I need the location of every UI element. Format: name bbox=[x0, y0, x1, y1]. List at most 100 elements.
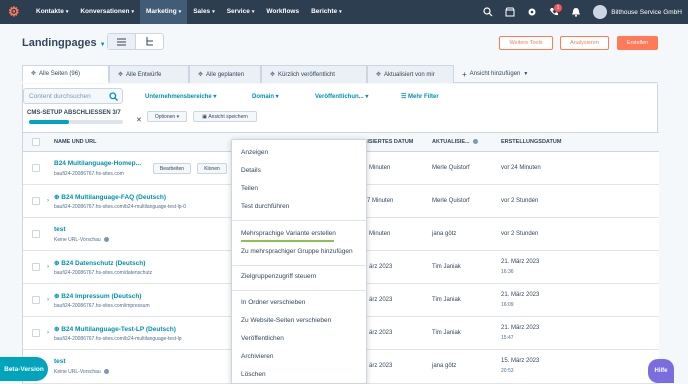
nav-item-sales[interactable]: Sales ▾ bbox=[187, 0, 221, 24]
create-button[interactable]: Erstellen bbox=[617, 36, 658, 50]
clone-button[interactable]: Klonen bbox=[197, 163, 227, 174]
avatar[interactable] bbox=[593, 5, 608, 19]
pin-icon: ✥ bbox=[270, 72, 276, 78]
tab-updated-by-me[interactable]: ✥ Aktualisiert von mir bbox=[367, 65, 454, 83]
page-name-link[interactable]: ⊕ B24 Multilanguage-Test-LP (Deutsch) bbox=[54, 325, 176, 333]
more-filters-button[interactable]: ☰ Mehr Filter bbox=[401, 93, 439, 100]
info-icon bbox=[472, 139, 478, 145]
nav-item-berichte[interactable]: Berichte ▾ bbox=[305, 0, 348, 24]
filter-publishing[interactable]: Veröffentlichun... ▾ bbox=[315, 93, 368, 100]
page-url[interactable]: baufi24-20086767.hs-sites.com/impressum bbox=[54, 303, 150, 309]
search-input[interactable]: Content durchsuchen bbox=[23, 88, 123, 104]
row-checkbox[interactable] bbox=[32, 329, 40, 337]
analyze-button[interactable]: Analysieren bbox=[560, 36, 609, 50]
menu-item-archive[interactable]: Archivieren bbox=[241, 353, 274, 360]
close-icon[interactable]: ✕ bbox=[136, 116, 142, 124]
info-icon bbox=[103, 237, 109, 243]
help-button[interactable]: Hilfe bbox=[648, 359, 674, 383]
filter-icon: ☰ bbox=[401, 94, 409, 100]
row-checkbox[interactable] bbox=[32, 296, 40, 304]
pin-icon: ✥ bbox=[31, 71, 37, 77]
chevron-right-icon[interactable]: › bbox=[47, 297, 49, 303]
menu-item-move-to-folder[interactable]: In Ordner verschieben bbox=[241, 299, 305, 306]
created-date: 21. März 2023 bbox=[501, 292, 540, 298]
menu-item-create-multilanguage-variant[interactable]: Mehrsprachige Variante erstellen bbox=[241, 230, 336, 237]
column-updated[interactable]: ALISIERTES DATUM bbox=[360, 139, 413, 145]
updated-date: 7 Minuten bbox=[367, 198, 394, 204]
updated-date: ärz 2023 bbox=[369, 264, 393, 270]
page-name-link[interactable]: ⊕ B24 Datenschutz (Deutsch) bbox=[54, 259, 145, 267]
pin-icon: ✥ bbox=[376, 72, 382, 78]
nav-item-marketing[interactable]: Marketing ▾ bbox=[139, 0, 188, 24]
edit-button[interactable]: Bearbeiten bbox=[153, 163, 191, 174]
menu-item-delete[interactable]: Löschen bbox=[241, 371, 266, 378]
cms-setup-label[interactable]: CMS-SETUP ABSCHLIESSEN 3/7 bbox=[27, 110, 121, 116]
nav-item-service[interactable]: Service ▾ bbox=[221, 0, 261, 24]
column-name[interactable]: NAME UND URL bbox=[54, 139, 96, 145]
account-menu[interactable]: Bilthouse Service GmbH bbox=[611, 9, 682, 16]
tab-recently-published[interactable]: ✥ Kürzlich veröffentlicht bbox=[261, 65, 367, 83]
add-view-button[interactable]: + Ansicht hinzufügen ▼ bbox=[454, 65, 536, 83]
created-time: 15:47 bbox=[501, 335, 514, 341]
page-url[interactable]: baufi24-20086767.hs-sites.com/datenschut… bbox=[54, 270, 152, 276]
filter-domain[interactable]: Domain ▾ bbox=[252, 93, 279, 100]
options-button[interactable]: Optionen ▾ bbox=[147, 111, 187, 122]
menu-item-details[interactable]: Details bbox=[241, 167, 261, 174]
menu-item-share[interactable]: Teilen bbox=[241, 185, 258, 192]
menu-item-add-to-multilanguage-group[interactable]: Zu mehrsprachiger Gruppe hinzufügen bbox=[241, 248, 353, 255]
pin-icon: ✥ bbox=[198, 72, 204, 78]
row-checkbox[interactable] bbox=[32, 197, 40, 205]
page-name-link[interactable]: ⊕ B24 Impressum (Deutsch) bbox=[54, 292, 141, 300]
page-url[interactable]: baufi24-20086767.hs-sites.com/b24-multil… bbox=[54, 336, 182, 342]
tab-all-drafts[interactable]: ✥ Alle Entwürfe bbox=[109, 65, 189, 83]
row-checkbox[interactable] bbox=[32, 164, 40, 172]
tree-view-button[interactable] bbox=[136, 34, 163, 49]
page-url[interactable]: baufi24-20086767.hs-sites.com bbox=[54, 171, 124, 177]
menu-item-publish[interactable]: Veröffentlichen bbox=[241, 335, 284, 342]
updated-by: Tim Janiak bbox=[432, 264, 461, 270]
select-all-checkbox[interactable] bbox=[32, 138, 40, 146]
menu-divider bbox=[232, 265, 368, 266]
more-tools-button[interactable]: Weitere Tools bbox=[499, 36, 553, 50]
menu-item-audience-access[interactable]: Zielgruppenzugriff steuern bbox=[241, 273, 316, 280]
marketplace-icon[interactable] bbox=[502, 4, 518, 20]
list-view-button[interactable] bbox=[108, 34, 136, 49]
nav-item-workflows[interactable]: Workflows bbox=[260, 0, 305, 24]
updated-date: ärz 2023 bbox=[369, 297, 393, 303]
created-date: 21. März 2023 bbox=[501, 259, 540, 265]
menu-divider bbox=[232, 220, 368, 221]
search-icon[interactable] bbox=[480, 4, 496, 20]
beta-version-button[interactable]: Beta-Version bbox=[0, 357, 48, 381]
chevron-right-icon[interactable]: › bbox=[47, 264, 49, 270]
save-view-button[interactable]: ▣ Ansicht speichern bbox=[193, 111, 257, 122]
settings-icon[interactable] bbox=[524, 4, 540, 20]
menu-item-move-to-website-pages[interactable]: Zu Website-Seiten verschieben bbox=[241, 317, 331, 324]
chevron-right-icon[interactable]: › bbox=[47, 198, 49, 204]
row-checkbox[interactable] bbox=[32, 263, 40, 271]
column-updated-by[interactable]: AKTUALISIE... bbox=[432, 139, 478, 145]
hubspot-logo-icon[interactable]: ⚙ bbox=[8, 5, 22, 19]
page-name-link[interactable]: ⊕ B24 Multilanguage-FAQ (Deutsch) bbox=[54, 193, 166, 201]
menu-item-view[interactable]: Anzeigen bbox=[241, 149, 268, 156]
page-name-link[interactable]: B24 Multilanguage-Homep... bbox=[54, 160, 141, 167]
menu-item-run-test[interactable]: Test durchführen bbox=[241, 203, 289, 210]
page-url[interactable]: baufi24-20086767.hs-sites.com/b24-multil… bbox=[54, 204, 186, 210]
chevron-right-icon[interactable]: › bbox=[47, 330, 49, 336]
created-date: 21. März 2023 bbox=[501, 325, 540, 331]
search-icon bbox=[109, 92, 118, 101]
column-created[interactable]: ERSTELLUNGSDATUM bbox=[501, 139, 561, 145]
updated-by: Merle Quistorf bbox=[432, 165, 470, 171]
chevron-down-icon: ▼ bbox=[99, 42, 106, 48]
tab-all-pages[interactable]: ✥ Alle Seiten (96) bbox=[22, 65, 109, 83]
nav-item-kontakte[interactable]: Kontakte ▾ bbox=[30, 0, 74, 24]
created-date: vor 2 Stunden bbox=[501, 198, 539, 204]
page-name-link[interactable]: test bbox=[54, 226, 66, 233]
page-title[interactable]: Landingpages ▼ bbox=[22, 37, 106, 49]
tab-all-scheduled[interactable]: ✥ Alle geplanten bbox=[189, 65, 261, 83]
filter-business-units[interactable]: Unternehmensbereiche ▾ bbox=[145, 93, 216, 100]
updated-date: Minuten bbox=[369, 231, 391, 237]
row-checkbox[interactable] bbox=[32, 230, 40, 238]
nav-item-konversationen[interactable]: Konversationen ▾ bbox=[74, 0, 140, 24]
page-name-link[interactable]: test bbox=[54, 358, 66, 365]
bell-icon[interactable] bbox=[568, 4, 584, 20]
